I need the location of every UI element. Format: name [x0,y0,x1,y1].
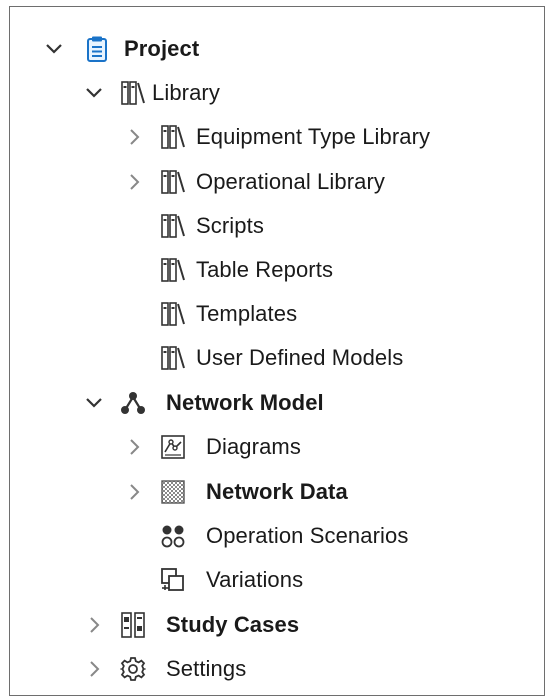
chevron-down-icon[interactable] [84,393,104,413]
tree-node-label: Table Reports [196,257,334,282]
tree-node-label: Network Data [206,479,348,504]
tree-node-label: User Defined Models [196,345,404,370]
tree-node-label: Network Model [166,390,324,415]
study-cases-icon [120,611,146,639]
library-books-icon [160,300,186,328]
chevron-right-icon[interactable] [124,172,144,192]
project-tree-panel: Project Library Equipment Type Library O… [9,6,545,696]
tree-node-label: Templates [196,301,298,326]
library-books-icon [160,344,186,372]
tree-node-label: Equipment Type Library [196,124,431,149]
clipboard-icon [84,35,110,63]
chevron-right-icon[interactable] [124,437,144,457]
tree-node-label: Diagrams [206,434,301,459]
tree-node-label: Library [152,80,220,105]
scenario-dots-icon [160,522,186,550]
tree-node-label: Settings [166,656,247,681]
chevron-down-icon[interactable] [44,39,64,59]
library-books-icon [160,256,186,284]
library-books-icon [160,168,186,196]
grid-data-icon [160,478,186,506]
tree-node-label: Variations [206,567,304,592]
tree-node-label: Study Cases [166,612,300,637]
chevron-down-icon[interactable] [84,83,104,103]
chevron-right-icon[interactable] [84,615,104,635]
diagram-icon [160,433,186,461]
tree-node-label: Operation Scenarios [206,523,409,548]
chevron-right-icon[interactable] [124,127,144,147]
library-books-icon [160,212,186,240]
library-books-icon [160,123,186,151]
network-nodes-icon [120,389,146,417]
variations-icon [160,566,186,594]
chevron-right-icon[interactable] [84,659,104,679]
chevron-right-icon[interactable] [124,482,144,502]
gear-icon [120,655,146,683]
library-books-icon [120,79,146,107]
tree-node-label: Operational Library [196,169,385,194]
tree-node-label: Project [124,36,200,61]
tree-node-label: Scripts [196,213,264,238]
